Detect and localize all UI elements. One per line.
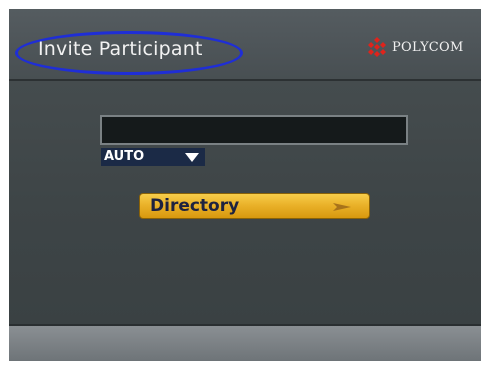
brand-name: POLYCOM [392, 39, 464, 55]
dial-number-input[interactable] [100, 115, 408, 145]
call-speed-value: AUTO [104, 149, 145, 164]
polycom-logo-icon [368, 37, 386, 57]
arrow-right-icon [333, 203, 351, 211]
page-title: Invite Participant [38, 38, 203, 60]
triangle-down-icon [185, 153, 199, 162]
directory-button[interactable]: Directory [139, 193, 370, 219]
screen: Invite Participant POLYCOM AUTO Director… [9, 9, 481, 361]
directory-button-label: Directory [150, 196, 240, 216]
brand-logo: POLYCOM [366, 36, 464, 58]
call-speed-dropdown[interactable]: AUTO [101, 148, 205, 166]
footer-bar [9, 326, 481, 361]
